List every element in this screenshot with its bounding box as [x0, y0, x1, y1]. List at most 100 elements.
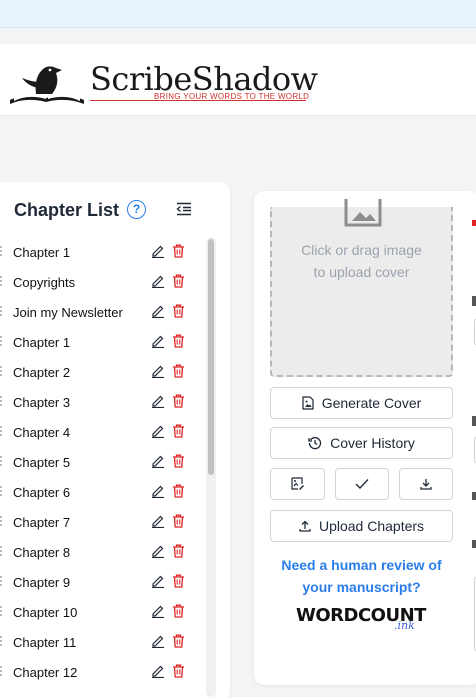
human-review-promo[interactable]: Need a human review of your manuscript? — [270, 554, 453, 598]
drag-handle-icon[interactable] — [0, 576, 3, 588]
chapter-label[interactable]: Chapter 6 — [13, 485, 70, 500]
chapter-row[interactable]: Chapter 9 — [0, 567, 204, 597]
drag-handle-icon[interactable] — [0, 456, 3, 468]
upload-chapters-button[interactable]: Upload Chapters — [270, 510, 453, 542]
edit-icon[interactable] — [151, 604, 165, 618]
chapter-label[interactable]: Chapter 5 — [13, 455, 70, 470]
field-label-fragment — [472, 540, 476, 548]
drag-handle-icon[interactable] — [0, 666, 3, 678]
delete-icon[interactable] — [172, 274, 185, 288]
drag-handle-icon[interactable] — [0, 546, 3, 558]
cover-history-button[interactable]: Cover History — [270, 427, 453, 459]
chapter-label[interactable]: Chapter 12 — [13, 665, 77, 680]
edit-icon[interactable] — [151, 634, 165, 648]
delete-icon[interactable] — [172, 334, 185, 348]
chapter-list: Chapter 1 Copyrights Join my Newsletter Cha… — [0, 237, 204, 687]
chapter-label[interactable]: Chapter 1 — [13, 335, 70, 350]
edit-icon[interactable] — [151, 244, 165, 258]
download-cover-button[interactable] — [399, 468, 453, 500]
chapter-label[interactable]: Chapter 7 — [13, 515, 70, 530]
chapter-row[interactable]: Chapter 3 — [0, 387, 204, 417]
chapter-label[interactable]: Chapter 1 — [13, 245, 70, 260]
edit-icon[interactable] — [151, 454, 165, 468]
delete-icon[interactable] — [172, 394, 185, 408]
delete-icon[interactable] — [172, 304, 185, 318]
dropzone-hint-line1: Click or drag image — [301, 242, 422, 258]
delete-icon[interactable] — [172, 424, 185, 438]
edit-icon[interactable] — [151, 574, 165, 588]
chapter-label[interactable]: Chapter 10 — [13, 605, 77, 620]
drag-handle-icon[interactable] — [0, 636, 3, 648]
edit-icon[interactable] — [151, 484, 165, 498]
chapter-row[interactable]: Chapter 2 — [0, 357, 204, 387]
chapter-label[interactable]: Chapter 4 — [13, 425, 70, 440]
chapter-row[interactable]: Join my Newsletter — [0, 297, 204, 327]
chapter-label[interactable]: Chapter 9 — [13, 575, 70, 590]
collapse-list-icon[interactable] — [176, 202, 192, 216]
drag-handle-icon[interactable] — [0, 246, 3, 258]
chapter-row[interactable]: Chapter 10 — [0, 597, 204, 627]
delete-icon[interactable] — [172, 514, 185, 528]
image-edit-icon — [290, 477, 304, 490]
wordcount-logo-suffix: .ink — [394, 619, 415, 632]
drag-handle-icon[interactable] — [0, 366, 3, 378]
delete-icon[interactable] — [172, 634, 185, 648]
chapter-row[interactable]: Chapter 6 — [0, 477, 204, 507]
delete-icon[interactable] — [172, 574, 185, 588]
drag-handle-icon[interactable] — [0, 606, 3, 618]
chapter-label[interactable]: Copyrights — [13, 275, 75, 290]
drag-handle-icon[interactable] — [0, 516, 3, 528]
chapter-row[interactable]: Chapter 5 — [0, 447, 204, 477]
edit-icon[interactable] — [151, 394, 165, 408]
delete-icon[interactable] — [172, 244, 185, 258]
drag-handle-icon[interactable] — [0, 336, 3, 348]
edit-icon[interactable] — [151, 514, 165, 528]
drag-handle-icon[interactable] — [0, 396, 3, 408]
drag-handle-icon[interactable] — [0, 306, 3, 318]
chapter-row[interactable]: Chapter 8 — [0, 537, 204, 567]
chapter-row[interactable]: Copyrights — [0, 267, 204, 297]
history-icon — [308, 437, 322, 450]
drag-handle-icon[interactable] — [0, 276, 3, 288]
chapter-row[interactable]: Chapter 12 — [0, 657, 204, 687]
app-header: ScribeShadow BRING YOUR WORDS TO THE WOR… — [0, 44, 476, 116]
drag-handle-icon[interactable] — [0, 426, 3, 438]
chapter-label[interactable]: Chapter 2 — [13, 365, 70, 380]
chapter-row[interactable]: Chapter 7 — [0, 507, 204, 537]
chapter-label[interactable]: Chapter 8 — [13, 545, 70, 560]
image-edit-button[interactable] — [270, 468, 325, 500]
cover-dropzone[interactable]: Click or drag image to upload cover — [270, 199, 453, 377]
delete-icon[interactable] — [172, 364, 185, 378]
edit-icon[interactable] — [151, 274, 165, 288]
confirm-cover-button[interactable] — [335, 468, 389, 500]
delete-icon[interactable] — [172, 454, 185, 468]
scribeshadow-logo[interactable]: ScribeShadow BRING YOUR WORDS TO THE WOR… — [6, 58, 318, 106]
edit-icon[interactable] — [151, 544, 165, 558]
edit-icon[interactable] — [151, 664, 165, 678]
field-label-fragment — [472, 296, 476, 306]
browser-top-strip — [0, 0, 476, 28]
chapter-list-scrollbar[interactable] — [206, 237, 216, 697]
chapter-row[interactable]: Chapter 1 — [0, 237, 204, 267]
edit-icon[interactable] — [151, 334, 165, 348]
help-icon[interactable]: ? — [127, 200, 146, 219]
chapter-row[interactable]: Chapter 1 — [0, 327, 204, 357]
chapter-label[interactable]: Join my Newsletter — [13, 305, 123, 320]
edit-icon[interactable] — [151, 304, 165, 318]
wordcount-logo[interactable]: WORDCOUNT .ink — [296, 603, 426, 633]
delete-icon[interactable] — [172, 544, 185, 558]
drag-handle-icon[interactable] — [0, 486, 3, 498]
right-panel-edge — [470, 220, 476, 652]
edit-icon[interactable] — [151, 364, 165, 378]
chapter-row[interactable]: Chapter 4 — [0, 417, 204, 447]
chapter-label[interactable]: Chapter 11 — [13, 635, 76, 650]
delete-icon[interactable] — [172, 664, 185, 678]
generate-cover-button[interactable]: Generate Cover — [270, 387, 453, 419]
chapter-row[interactable]: Chapter 11 — [0, 627, 204, 657]
delete-icon[interactable] — [172, 484, 185, 498]
chapter-label[interactable]: Chapter 3 — [13, 395, 70, 410]
delete-icon[interactable] — [172, 604, 185, 618]
scrollbar-thumb[interactable] — [208, 239, 214, 475]
edit-icon[interactable] — [151, 424, 165, 438]
chapter-list-title: Chapter List — [14, 200, 120, 220]
